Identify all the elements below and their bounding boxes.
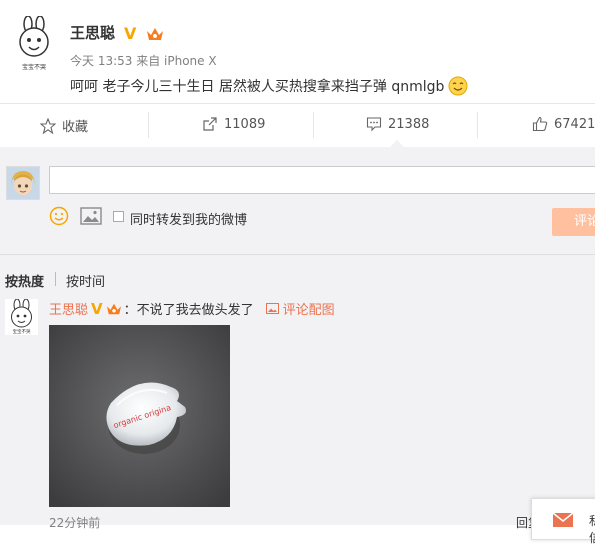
emoji-picker-icon[interactable] — [49, 206, 69, 226]
favorite-button[interactable]: 收藏 — [40, 116, 88, 135]
comment-input[interactable] — [49, 166, 595, 194]
like-count: 67421 — [554, 116, 595, 132]
favorite-label: 收藏 — [62, 120, 89, 135]
comment-submit-button[interactable]: 评论 — [552, 208, 595, 236]
repost-button[interactable]: 11089 — [202, 116, 265, 132]
post-body: 呵呵 老子今儿三十生日 居然被人买热搜拿来挡子弹 qnmlgb — [70, 79, 445, 95]
smile-emoji-icon — [448, 76, 468, 96]
comment-button[interactable]: 21388 — [366, 116, 429, 132]
share-icon — [203, 117, 217, 131]
divider — [477, 112, 478, 138]
comment-author-link[interactable]: 王思聪 — [49, 299, 88, 318]
chat-label[interactable]: 私信 — [589, 512, 595, 546]
repost-count: 11089 — [224, 116, 266, 132]
vip-crown-icon — [146, 26, 164, 42]
comment-count: 21388 — [388, 116, 430, 132]
divider — [313, 112, 314, 138]
divider — [0, 254, 595, 255]
commenter-avatar[interactable]: 宝宝不哭 — [5, 298, 38, 335]
comment-time: 22分钟前 — [49, 516, 101, 530]
divider — [55, 272, 56, 286]
divider — [0, 103, 595, 104]
verified-v-icon: V — [91, 299, 103, 318]
vip-crown-icon — [106, 302, 122, 316]
picture-icon — [265, 303, 279, 314]
sort-by-time-tab[interactable]: 按时间 — [66, 271, 105, 290]
post-meta: 今天 13:53 来自 iPhone X — [70, 54, 217, 68]
post-text: 呵呵 老子今儿三十生日 居然被人买热搜拿来挡子弹 qnmlgb — [70, 76, 468, 96]
author-name[interactable]: 王思聪 — [70, 22, 115, 43]
author-avatar[interactable]: 宝宝不哭 — [12, 15, 56, 74]
like-button[interactable]: 67421 — [532, 116, 595, 132]
mail-icon[interactable] — [552, 512, 574, 527]
divider — [148, 112, 149, 138]
comment-text: ：不说了我去做头发了 — [123, 303, 254, 318]
comment-caret — [390, 140, 404, 147]
star-icon — [40, 117, 56, 134]
svg-text:宝宝不哭: 宝宝不哭 — [13, 328, 31, 335]
svg-text:宝宝不哭: 宝宝不哭 — [22, 63, 46, 71]
repost-checkbox[interactable] — [113, 211, 124, 222]
thumbs-up-icon — [532, 116, 548, 132]
repost-checkbox-label[interactable]: 同时转发到我的微博 — [130, 209, 247, 228]
comment-line: 王思聪 V ：不说了我去做头发了 评论配图 — [49, 299, 335, 319]
image-upload-icon[interactable] — [80, 207, 102, 225]
comment-photo[interactable]: organic origina — [49, 325, 230, 507]
sort-by-hot-tab[interactable]: 按热度 — [5, 271, 44, 290]
comment-icon — [366, 117, 382, 132]
comment-pic-link[interactable]: 评论配图 — [265, 299, 335, 318]
verified-v-icon: V — [124, 24, 137, 43]
comment-pic-label: 评论配图 — [282, 303, 335, 318]
current-user-avatar[interactable] — [6, 166, 40, 200]
